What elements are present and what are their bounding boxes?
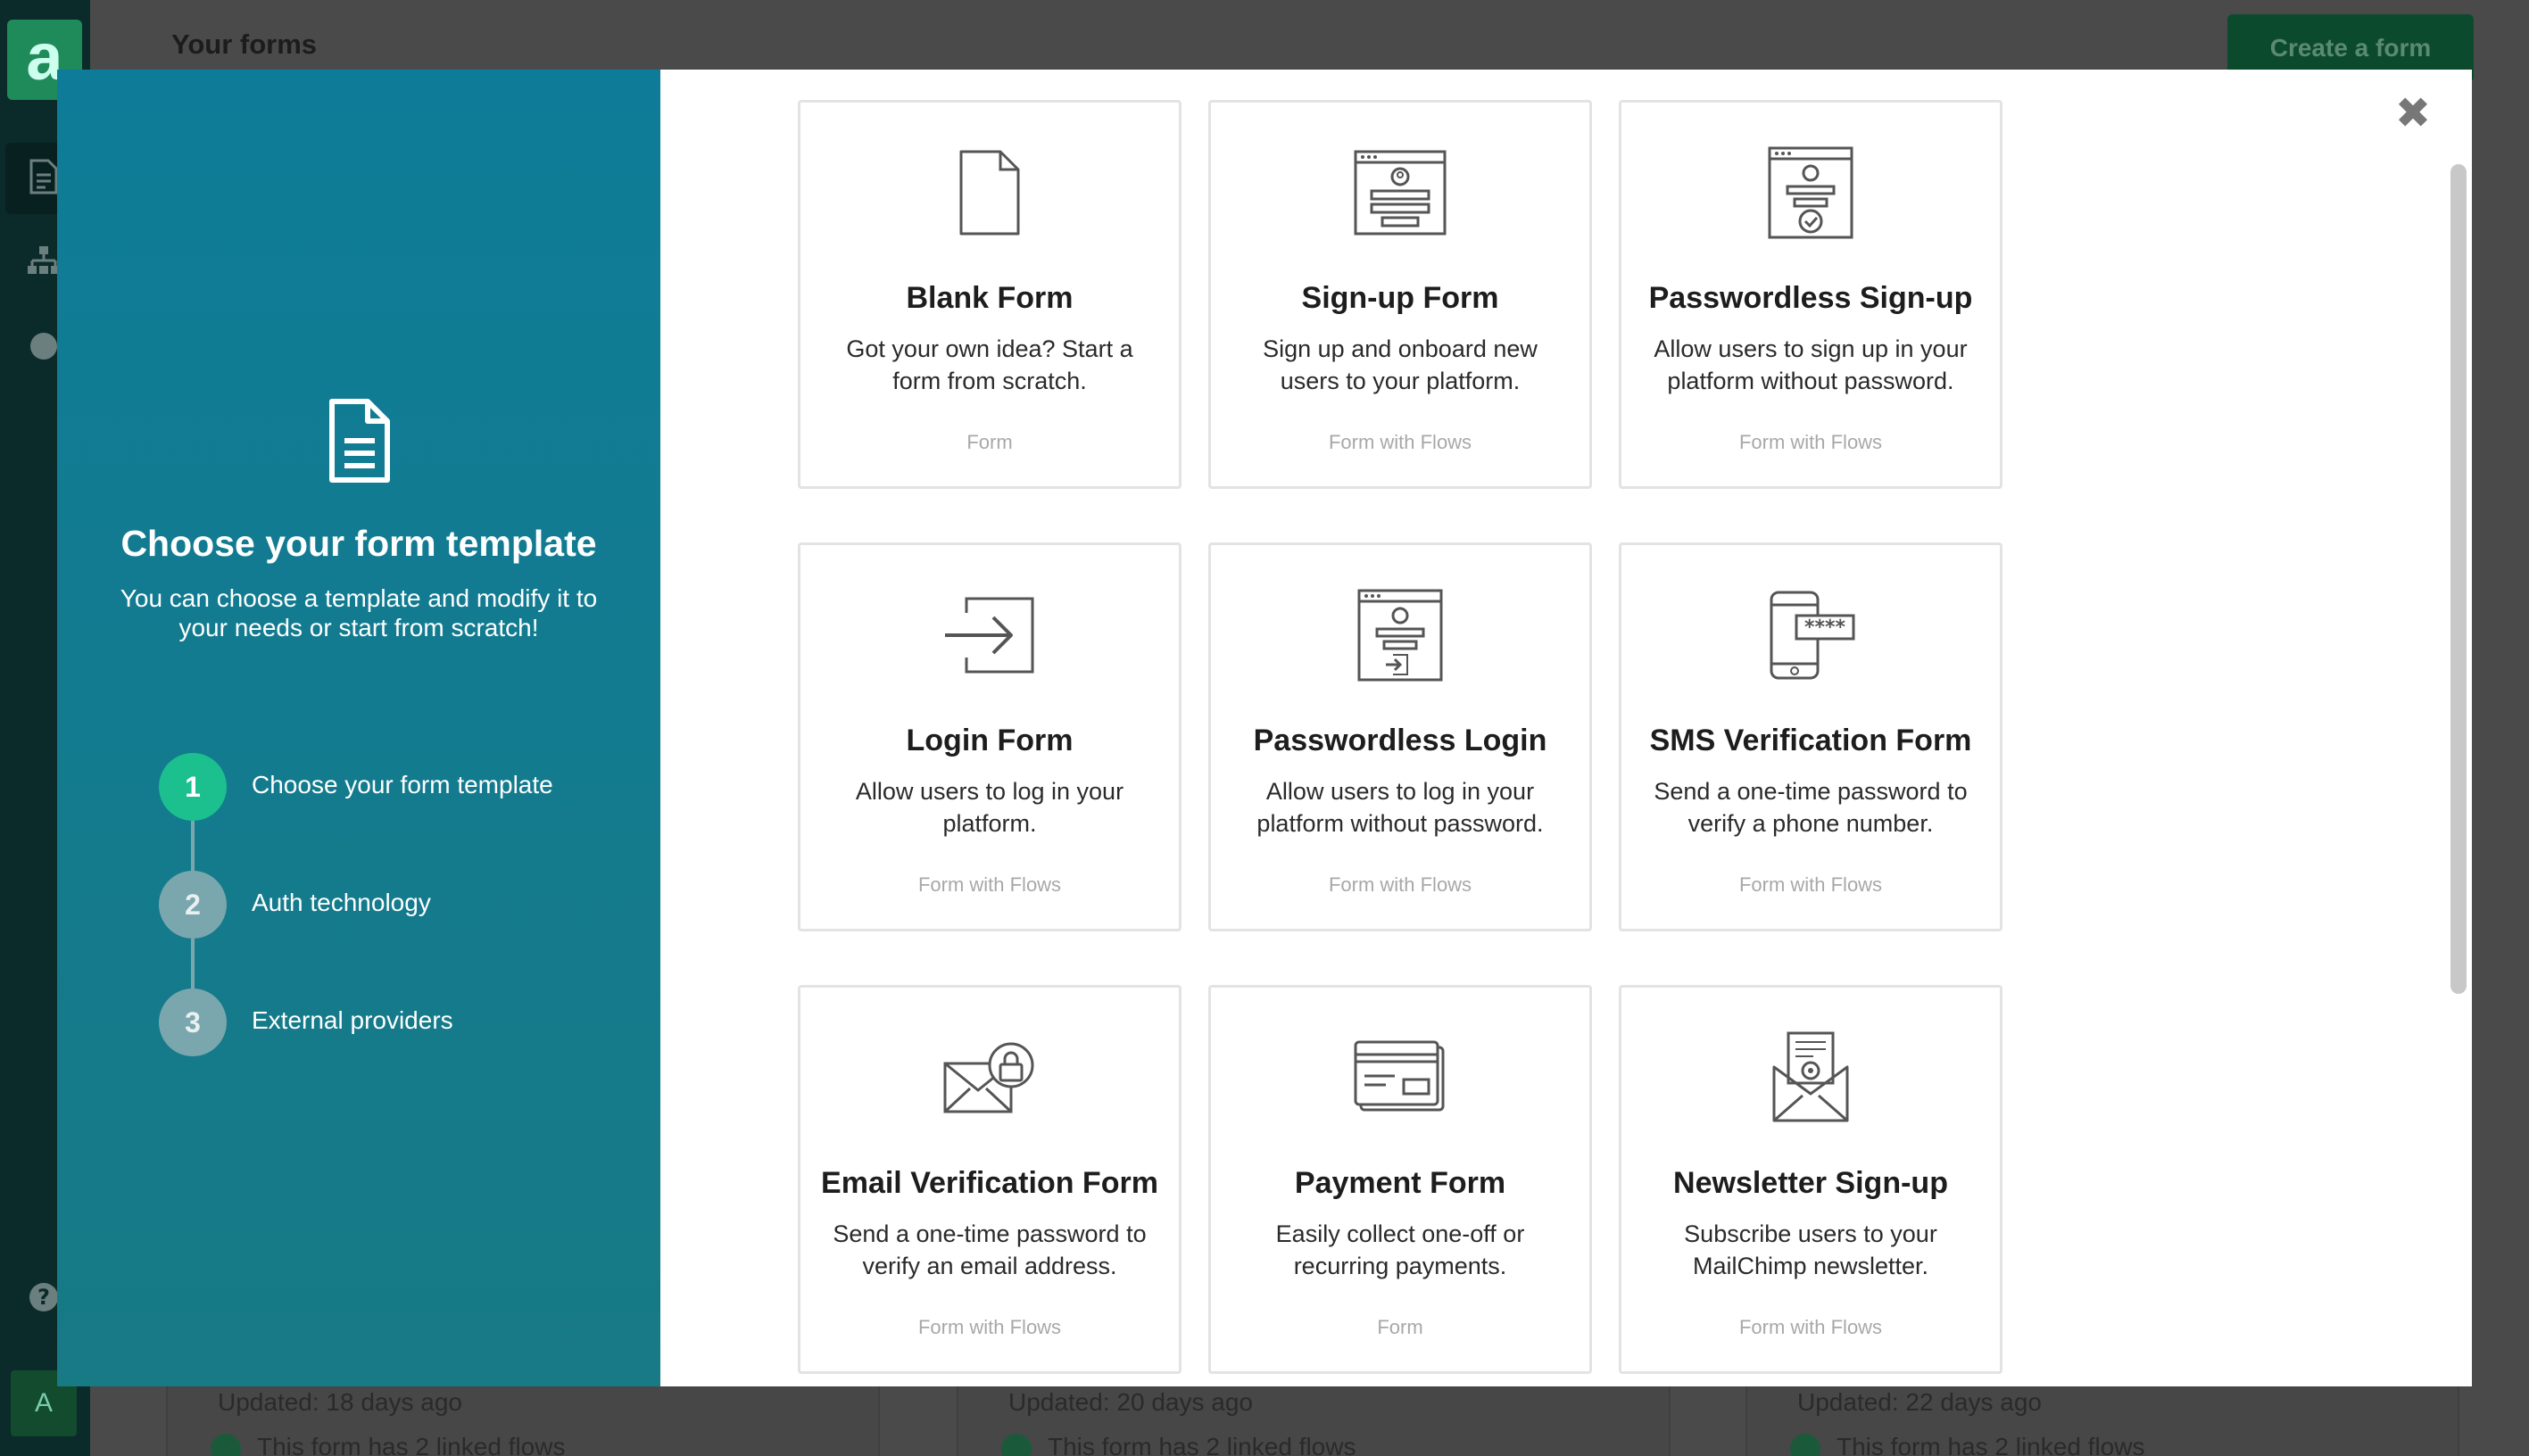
card-description: Allow users to log in your platform with…: [1256, 778, 1544, 837]
sms-phone-icon: ****: [1764, 591, 1857, 684]
linked-flows-text: This form has 2 linked flows: [1837, 1433, 2145, 1456]
card-title: Email Verification Form: [821, 1166, 1158, 1200]
login-arrow-icon: [943, 595, 1036, 680]
newsletter-envelope-icon: [1770, 1031, 1851, 1129]
card-tag: Form with Flows: [1328, 431, 1472, 453]
step-number: 2: [159, 871, 227, 939]
card-title: Sign-up Form: [1301, 281, 1499, 315]
scrollbar[interactable]: [2450, 164, 2467, 994]
modal-subtitle: You can choose a template and modify it …: [120, 584, 598, 641]
template-card-login-form[interactable]: Login Form Allow users to log in your pl…: [798, 542, 1182, 931]
card-tag: Form with Flows: [917, 873, 1062, 896]
card-tag: Form with Flows: [917, 1316, 1062, 1338]
document-icon: [319, 396, 398, 485]
modal-title: Choose your form template: [120, 523, 597, 564]
card-tag: Form with Flows: [1738, 431, 1883, 453]
template-card-email-verification[interactable]: Email Verification Form Send a one-time …: [798, 985, 1182, 1374]
card-title: Passwordless Login: [1253, 724, 1547, 757]
flows-badge-icon: [1790, 1433, 1820, 1456]
template-card-payment-form[interactable]: Payment Form Easily collect one-off or r…: [1208, 985, 1592, 1374]
app-topbar: [90, 0, 2529, 70]
linked-flows-text: This form has 2 linked flows: [257, 1433, 566, 1456]
step-label: External providers: [252, 1006, 453, 1034]
template-card-signup-form[interactable]: Sign-up Form Sign up and onboard new use…: [1208, 100, 1592, 489]
template-modal: Choose your form template You can choose…: [57, 70, 2472, 1386]
card-tag: Form with Flows: [1738, 873, 1883, 896]
updated-text: Updated: 20 days ago: [1008, 1388, 1253, 1416]
updated-text: Updated: 22 days ago: [1797, 1388, 2042, 1416]
flows-badge-icon: [1001, 1433, 1032, 1456]
step-connector: [191, 939, 195, 989]
updated-text: Updated: 18 days ago: [218, 1388, 462, 1416]
template-card-sms-verification[interactable]: **** SMS Verification Form Send a one-ti…: [1619, 542, 2002, 931]
card-description: Easily collect one-off or recurring paym…: [1275, 1220, 1525, 1279]
modal-left-panel: Choose your form template You can choose…: [57, 70, 660, 1386]
linked-flows-row: This form has 2 linked flows: [211, 1433, 565, 1456]
step-label: Choose your form template: [252, 771, 553, 798]
card-description: Got your own idea? Start a form from scr…: [846, 335, 1133, 394]
card-title: Blank Form: [906, 281, 1074, 315]
card-description: Subscribe users to your MailChimp newsle…: [1684, 1220, 1937, 1279]
step-connector: [191, 821, 195, 871]
credit-card-icon: [1354, 1040, 1447, 1120]
close-icon[interactable]: ✖: [2393, 93, 2433, 136]
svg-text:****: ****: [1804, 616, 1846, 639]
card-description: Send a one-time password to verify a pho…: [1654, 778, 1968, 837]
card-description: Allow users to log in your platform.: [855, 778, 1124, 837]
card-title: SMS Verification Form: [1649, 724, 1972, 757]
flows-badge-icon: [211, 1433, 241, 1456]
card-description: Allow users to sign up in your platform …: [1654, 335, 1968, 394]
card-tag: Form: [1377, 1316, 1423, 1338]
signup-window-icon: [1354, 150, 1447, 240]
template-card-blank-form[interactable]: Blank Form Got your own idea? Start a fo…: [798, 100, 1182, 489]
card-tag: Form: [966, 431, 1013, 453]
linked-flows-row: This form has 2 linked flows: [1001, 1433, 1356, 1456]
step-number: 1: [159, 753, 227, 821]
linked-flows-text: This form has 2 linked flows: [1048, 1433, 1356, 1456]
passwordless-login-icon: [1357, 589, 1443, 686]
card-title: Newsletter Sign-up: [1673, 1166, 1948, 1200]
card-tag: Form with Flows: [1328, 873, 1472, 896]
card-title: Login Form: [906, 724, 1074, 757]
card-description: Sign up and onboard new users to your pl…: [1263, 335, 1538, 394]
card-tag: Form with Flows: [1738, 1316, 1883, 1338]
passwordless-signup-icon: [1768, 146, 1853, 244]
template-card-passwordless-login[interactable]: Passwordless Login Allow users to log in…: [1208, 542, 1592, 931]
card-description: Send a one-time password to verify an em…: [833, 1220, 1147, 1279]
page-title: Your forms: [171, 29, 318, 60]
linked-flows-row: This form has 2 linked flows: [1790, 1433, 2144, 1456]
blank-document-icon: [956, 148, 1024, 242]
template-card-passwordless-signup[interactable]: Passwordless Sign-up Allow users to sign…: [1619, 100, 2002, 489]
card-title: Passwordless Sign-up: [1648, 281, 1973, 315]
template-card-newsletter-signup[interactable]: Newsletter Sign-up Subscribe users to yo…: [1619, 985, 2002, 1374]
step-label: Auth technology: [252, 889, 431, 916]
email-lock-icon: [943, 1040, 1036, 1120]
card-title: Payment Form: [1294, 1166, 1506, 1200]
svg-text:?: ?: [37, 1285, 50, 1310]
step-number: 3: [159, 989, 227, 1056]
